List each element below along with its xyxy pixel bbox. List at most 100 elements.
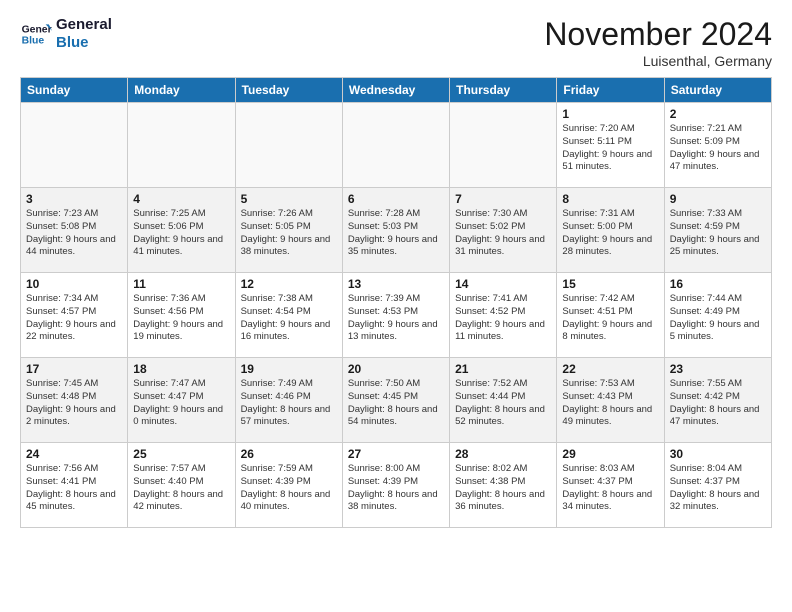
day-info: Sunrise: 7:31 AM Sunset: 5:00 PM Dayligh… xyxy=(562,208,658,259)
table-row: 3 Sunrise: 7:23 AM Sunset: 5:08 PM Daylig… xyxy=(21,188,128,273)
day-info: Sunrise: 7:50 AM Sunset: 4:45 PM Dayligh… xyxy=(348,378,444,429)
table-row: 8 Sunrise: 7:31 AM Sunset: 5:00 PM Daylig… xyxy=(557,188,664,273)
day-number: 8 xyxy=(562,192,658,206)
table-row: 29 Sunrise: 8:03 AM Sunset: 4:37 PM Dayli… xyxy=(557,443,664,528)
day-info: Sunrise: 7:41 AM Sunset: 4:52 PM Dayligh… xyxy=(455,293,551,344)
day-number: 2 xyxy=(670,107,766,121)
day-info: Sunrise: 7:57 AM Sunset: 4:40 PM Dayligh… xyxy=(133,463,229,514)
day-info: Sunrise: 7:36 AM Sunset: 4:56 PM Dayligh… xyxy=(133,293,229,344)
col-sunday: Sunday xyxy=(21,78,128,103)
col-wednesday: Wednesday xyxy=(342,78,449,103)
day-number: 15 xyxy=(562,277,658,291)
day-info: Sunrise: 7:59 AM Sunset: 4:39 PM Dayligh… xyxy=(241,463,337,514)
day-info: Sunrise: 7:47 AM Sunset: 4:47 PM Dayligh… xyxy=(133,378,229,429)
table-row: 23Sunrise: 7:55 AM Sunset: 4:42 PM Dayli… xyxy=(664,358,771,443)
day-info: Sunrise: 8:04 AM Sunset: 4:37 PM Dayligh… xyxy=(670,463,766,514)
day-info: Sunrise: 7:55 AM Sunset: 4:42 PM Dayligh… xyxy=(670,378,766,429)
day-info: Sunrise: 7:26 AM Sunset: 5:05 PM Dayligh… xyxy=(241,208,337,259)
logo-line2: Blue xyxy=(56,34,112,52)
table-row: 21 Sunrise: 7:52 AM Sunset: 4:44 PM Dayli… xyxy=(450,358,557,443)
day-info: Sunrise: 7:30 AM Sunset: 5:02 PM Dayligh… xyxy=(455,208,551,259)
calendar-header-row: Sunday Monday Tuesday Wednesday Thursday… xyxy=(21,78,772,103)
table-row xyxy=(235,103,342,188)
table-row: 5Sunrise: 7:26 AM Sunset: 5:05 PM Daylig… xyxy=(235,188,342,273)
calendar-week-3: 10Sunrise: 7:34 AM Sunset: 4:57 PM Dayli… xyxy=(21,273,772,358)
day-number: 14 xyxy=(455,277,551,291)
col-monday: Monday xyxy=(128,78,235,103)
table-row: 16 Sunrise: 7:44 AM Sunset: 4:49 PM Dayli… xyxy=(664,273,771,358)
day-info: Sunrise: 7:34 AM Sunset: 4:57 PM Dayligh… xyxy=(26,293,122,344)
day-number: 21 xyxy=(455,362,551,376)
col-saturday: Saturday xyxy=(664,78,771,103)
table-row: 6 Sunrise: 7:28 AM Sunset: 5:03 PM Daylig… xyxy=(342,188,449,273)
logo: General Blue General Blue xyxy=(20,16,112,52)
table-row: 13 Sunrise: 7:39 AM Sunset: 4:53 PM Dayli… xyxy=(342,273,449,358)
day-info: Sunrise: 7:44 AM Sunset: 4:49 PM Dayligh… xyxy=(670,293,766,344)
day-info: Sunrise: 7:53 AM Sunset: 4:43 PM Dayligh… xyxy=(562,378,658,429)
calendar-week-5: 24 Sunrise: 7:56 AM Sunset: 4:41 PM Dayli… xyxy=(21,443,772,528)
day-number: 22 xyxy=(562,362,658,376)
table-row: 7 Sunrise: 7:30 AM Sunset: 5:02 PM Daylig… xyxy=(450,188,557,273)
day-number: 30 xyxy=(670,447,766,461)
day-number: 28 xyxy=(455,447,551,461)
day-info: Sunrise: 7:33 AM Sunset: 4:59 PM Dayligh… xyxy=(670,208,766,259)
day-number: 20 xyxy=(348,362,444,376)
col-thursday: Thursday xyxy=(450,78,557,103)
svg-text:Blue: Blue xyxy=(22,36,45,47)
day-number: 26 xyxy=(241,447,337,461)
calendar: Sunday Monday Tuesday Wednesday Thursday… xyxy=(20,77,772,528)
table-row xyxy=(128,103,235,188)
calendar-week-2: 3 Sunrise: 7:23 AM Sunset: 5:08 PM Daylig… xyxy=(21,188,772,273)
col-friday: Friday xyxy=(557,78,664,103)
table-row: 2Sunrise: 7:21 AM Sunset: 5:09 PM Daylig… xyxy=(664,103,771,188)
day-info: Sunrise: 7:20 AM Sunset: 5:11 PM Dayligh… xyxy=(562,123,658,174)
day-number: 24 xyxy=(26,447,122,461)
table-row xyxy=(21,103,128,188)
table-row: 27Sunrise: 8:00 AM Sunset: 4:39 PM Dayli… xyxy=(342,443,449,528)
day-number: 12 xyxy=(241,277,337,291)
day-info: Sunrise: 7:49 AM Sunset: 4:46 PM Dayligh… xyxy=(241,378,337,429)
day-info: Sunrise: 7:39 AM Sunset: 4:53 PM Dayligh… xyxy=(348,293,444,344)
table-row: 22 Sunrise: 7:53 AM Sunset: 4:43 PM Dayli… xyxy=(557,358,664,443)
logo-icon: General Blue xyxy=(20,18,52,50)
table-row: 26 Sunrise: 7:59 AM Sunset: 4:39 PM Dayli… xyxy=(235,443,342,528)
day-info: Sunrise: 7:38 AM Sunset: 4:54 PM Dayligh… xyxy=(241,293,337,344)
table-row: 4 Sunrise: 7:25 AM Sunset: 5:06 PM Daylig… xyxy=(128,188,235,273)
day-number: 19 xyxy=(241,362,337,376)
day-info: Sunrise: 7:25 AM Sunset: 5:06 PM Dayligh… xyxy=(133,208,229,259)
table-row: 28 Sunrise: 8:02 AM Sunset: 4:38 PM Dayli… xyxy=(450,443,557,528)
table-row: 24 Sunrise: 7:56 AM Sunset: 4:41 PM Dayli… xyxy=(21,443,128,528)
day-number: 18 xyxy=(133,362,229,376)
day-number: 16 xyxy=(670,277,766,291)
day-number: 27 xyxy=(348,447,444,461)
day-number: 17 xyxy=(26,362,122,376)
day-number: 7 xyxy=(455,192,551,206)
day-info: Sunrise: 7:23 AM Sunset: 5:08 PM Dayligh… xyxy=(26,208,122,259)
month-title: November 2024 xyxy=(544,16,772,53)
day-info: Sunrise: 7:52 AM Sunset: 4:44 PM Dayligh… xyxy=(455,378,551,429)
table-row: 17Sunrise: 7:45 AM Sunset: 4:48 PM Dayli… xyxy=(21,358,128,443)
table-row: 18 Sunrise: 7:47 AM Sunset: 4:47 PM Dayli… xyxy=(128,358,235,443)
title-section: November 2024 Luisenthal, Germany xyxy=(544,16,772,69)
day-number: 6 xyxy=(348,192,444,206)
day-info: Sunrise: 7:56 AM Sunset: 4:41 PM Dayligh… xyxy=(26,463,122,514)
table-row: 11Sunrise: 7:36 AM Sunset: 4:56 PM Dayli… xyxy=(128,273,235,358)
calendar-week-1: 1Sunrise: 7:20 AM Sunset: 5:11 PM Daylig… xyxy=(21,103,772,188)
table-row: 9Sunrise: 7:33 AM Sunset: 4:59 PM Daylig… xyxy=(664,188,771,273)
calendar-week-4: 17Sunrise: 7:45 AM Sunset: 4:48 PM Dayli… xyxy=(21,358,772,443)
table-row: 19 Sunrise: 7:49 AM Sunset: 4:46 PM Dayli… xyxy=(235,358,342,443)
day-number: 4 xyxy=(133,192,229,206)
table-row: 1Sunrise: 7:20 AM Sunset: 5:11 PM Daylig… xyxy=(557,103,664,188)
day-number: 3 xyxy=(26,192,122,206)
page: General Blue General Blue November 2024 … xyxy=(0,0,792,612)
table-row: 25 Sunrise: 7:57 AM Sunset: 4:40 PM Dayli… xyxy=(128,443,235,528)
col-tuesday: Tuesday xyxy=(235,78,342,103)
day-number: 13 xyxy=(348,277,444,291)
day-info: Sunrise: 8:03 AM Sunset: 4:37 PM Dayligh… xyxy=(562,463,658,514)
day-info: Sunrise: 7:42 AM Sunset: 4:51 PM Dayligh… xyxy=(562,293,658,344)
day-number: 29 xyxy=(562,447,658,461)
table-row xyxy=(450,103,557,188)
day-number: 25 xyxy=(133,447,229,461)
day-info: Sunrise: 8:02 AM Sunset: 4:38 PM Dayligh… xyxy=(455,463,551,514)
day-info: Sunrise: 7:28 AM Sunset: 5:03 PM Dayligh… xyxy=(348,208,444,259)
